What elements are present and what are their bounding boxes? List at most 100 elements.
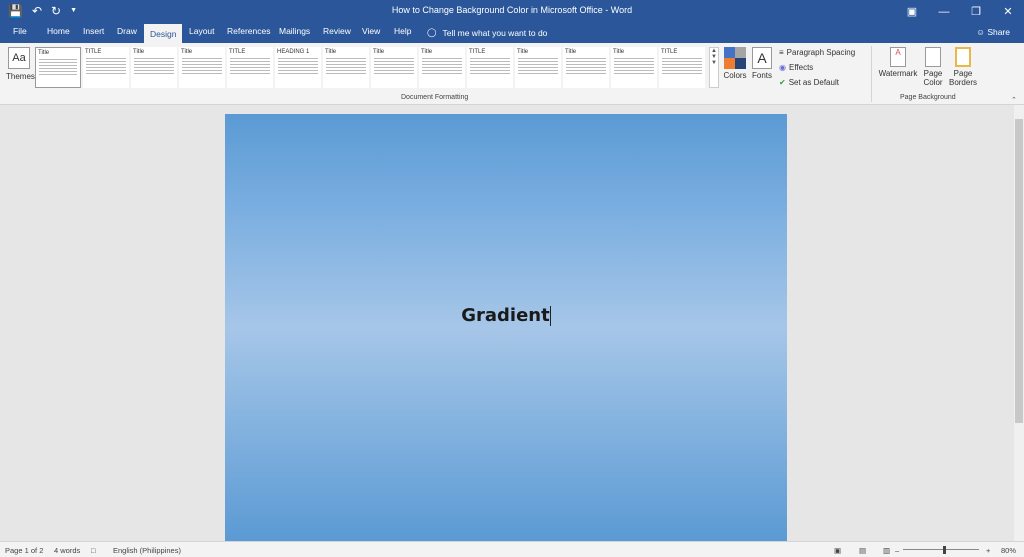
style-preview-line xyxy=(662,67,702,68)
style-set-title: Title xyxy=(133,49,145,55)
style-preview-line xyxy=(566,73,606,74)
style-set-title: HEADING 1 xyxy=(277,49,310,55)
read-mode-icon[interactable]: ▣ xyxy=(834,546,841,555)
style-preview-line xyxy=(182,61,222,62)
zoom-out-icon[interactable]: – xyxy=(895,546,899,555)
effects-button[interactable]: ◉ Effects xyxy=(779,63,813,72)
style-preview-line xyxy=(39,71,77,72)
print-layout-icon[interactable]: ▤ xyxy=(859,546,866,555)
tab-mailings[interactable]: Mailings xyxy=(279,26,310,36)
style-preview-line xyxy=(614,70,654,71)
style-preview-line xyxy=(278,67,318,68)
document-page[interactable]: Gradient xyxy=(225,114,787,541)
language[interactable]: English (Philippines) xyxy=(113,546,181,555)
tab-file[interactable]: File xyxy=(13,26,27,36)
page-color-button[interactable]: Page Color xyxy=(920,47,946,87)
style-set-item[interactable]: Title xyxy=(419,47,465,88)
style-preview-line xyxy=(374,73,414,74)
style-preview-line xyxy=(374,70,414,71)
style-set-item[interactable]: TITLE xyxy=(467,47,513,88)
style-set-item[interactable]: Title xyxy=(371,47,417,88)
page-count[interactable]: Page 1 of 2 xyxy=(5,546,43,555)
style-preview-line xyxy=(422,70,462,71)
tab-design[interactable]: Design xyxy=(144,24,183,43)
watermark-icon: A xyxy=(890,47,906,67)
tab-layout[interactable]: Layout xyxy=(189,26,215,36)
restore-icon[interactable]: ❐ xyxy=(960,0,992,23)
tell-me-search[interactable]: ◯ Tell me what you want to do xyxy=(427,27,547,38)
style-set-item[interactable]: TITLE xyxy=(83,47,129,88)
style-preview-line xyxy=(39,74,77,75)
style-set-item[interactable]: TITLE xyxy=(227,47,273,88)
tab-review[interactable]: Review xyxy=(323,26,351,36)
gallery-scroll[interactable]: ▲ ▼ ▼ xyxy=(709,47,719,88)
tab-help[interactable]: Help xyxy=(394,26,411,36)
proofing-icon[interactable]: □ xyxy=(91,546,96,555)
style-preview-line xyxy=(134,61,174,62)
style-set-item[interactable]: Title xyxy=(35,47,81,88)
close-icon[interactable]: ✕ xyxy=(992,0,1024,23)
effects-icon: ◉ xyxy=(779,63,786,72)
style-preview-line xyxy=(86,64,126,65)
style-preview-line xyxy=(39,65,77,66)
ribbon-options-icon[interactable]: ▣ xyxy=(896,0,928,23)
style-preview-line xyxy=(518,61,558,62)
scroll-thumb[interactable] xyxy=(1015,119,1023,423)
themes-icon: Aa xyxy=(8,47,30,69)
style-preview-line xyxy=(470,58,510,59)
style-preview-line xyxy=(86,61,126,62)
set-default-button[interactable]: ✔ Set as Default xyxy=(779,78,839,87)
tab-home[interactable]: Home xyxy=(47,26,70,36)
tab-draw[interactable]: Draw xyxy=(117,26,137,36)
ribbon: Aa Themes Title TITLE Title Title TITLE HEADI… xyxy=(0,43,1024,105)
style-set-item[interactable]: Title xyxy=(323,47,369,88)
watermark-button[interactable]: A Watermark xyxy=(877,47,919,78)
style-preview-line xyxy=(326,64,366,65)
style-set-item[interactable]: Title xyxy=(563,47,609,88)
style-preview-line xyxy=(134,58,174,59)
themes-button[interactable]: Aa Themes xyxy=(6,47,35,81)
tab-view[interactable]: View xyxy=(362,26,380,36)
document-text[interactable]: Gradient xyxy=(225,305,787,326)
collapse-ribbon-icon[interactable]: ⌃ xyxy=(1011,96,1017,104)
style-preview-line xyxy=(566,70,606,71)
share-button[interactable]: ☺ Share xyxy=(976,27,1010,37)
minimize-icon[interactable]: — xyxy=(928,0,960,23)
zoom-slider[interactable] xyxy=(903,549,979,550)
paragraph-spacing-label: Paragraph Spacing xyxy=(786,48,856,57)
style-set-item[interactable]: Title xyxy=(515,47,561,88)
style-preview-line xyxy=(326,58,366,59)
zoom-level[interactable]: 80% xyxy=(1001,546,1016,555)
style-preview-line xyxy=(182,58,222,59)
tab-references[interactable]: References xyxy=(227,26,270,36)
vertical-scrollbar[interactable] xyxy=(1014,105,1024,541)
style-set-item[interactable]: Title xyxy=(179,47,225,88)
fonts-button[interactable]: A Fonts xyxy=(750,47,774,80)
style-preview-line xyxy=(230,73,270,74)
web-layout-icon[interactable]: ▥ xyxy=(883,546,890,555)
word-count[interactable]: 4 words xyxy=(54,546,80,555)
text-caret xyxy=(549,306,551,326)
tab-insert[interactable]: Insert xyxy=(83,26,104,36)
page-color-label: Page Color xyxy=(923,69,943,87)
tell-me-text: Tell me what you want to do xyxy=(442,27,548,38)
paragraph-spacing-icon: ≡ xyxy=(779,48,784,57)
style-preview-line xyxy=(86,58,126,59)
style-preview-line xyxy=(86,70,126,71)
style-preview-line xyxy=(614,58,654,59)
style-set-item[interactable]: Title xyxy=(131,47,177,88)
style-preview-line xyxy=(566,58,606,59)
style-set-item[interactable]: HEADING 1 xyxy=(275,47,321,88)
colors-button[interactable]: Colors xyxy=(723,47,747,80)
zoom-in-icon[interactable]: + xyxy=(986,546,990,555)
page-borders-button[interactable]: Page Borders xyxy=(947,47,979,87)
style-preview-line xyxy=(326,73,366,74)
paragraph-spacing-button[interactable]: ≡ Paragraph Spacing xyxy=(779,48,855,57)
share-label: Share xyxy=(987,27,1010,37)
style-set-item[interactable]: TITLE xyxy=(659,47,705,88)
checkmark-icon: ✔ xyxy=(779,78,786,87)
ribbon-tabs: File Home Insert Draw Design Layout Refe… xyxy=(0,23,1024,43)
style-set-item[interactable]: Title xyxy=(611,47,657,88)
zoom-thumb[interactable] xyxy=(943,546,946,554)
style-preview-line xyxy=(182,73,222,74)
